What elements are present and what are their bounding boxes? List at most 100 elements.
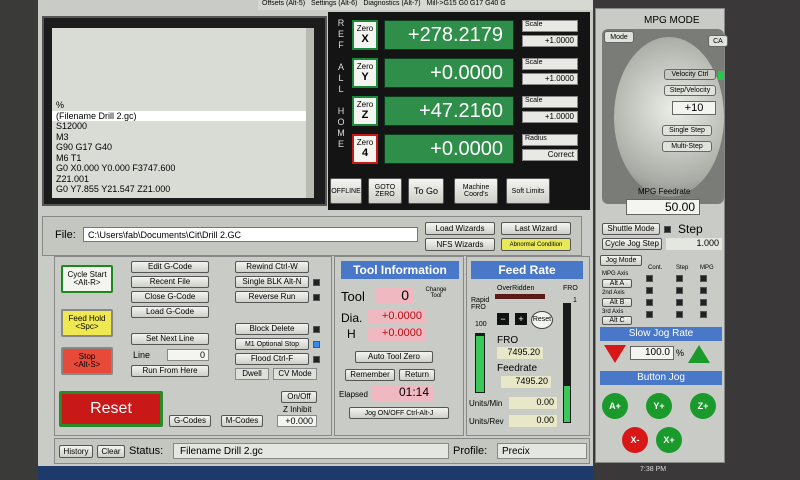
jog-z-plus-button[interactable]: Z+ xyxy=(690,393,716,419)
change-tool-label: Change Tool xyxy=(425,287,447,299)
flood-button[interactable]: Flood Ctrl-F xyxy=(235,353,309,365)
gcode-line[interactable]: M6 T1 xyxy=(52,153,314,164)
scale-value-1[interactable]: +1.0000 xyxy=(522,73,578,85)
jog-y-plus-button[interactable]: Y+ xyxy=(646,393,672,419)
gcode-line[interactable]: (Filename Drill 2.gc) xyxy=(52,110,314,121)
fro-reset-button[interactable]: Reset xyxy=(531,311,553,329)
auto-tool-zero-button[interactable]: Auto Tool Zero xyxy=(355,351,433,363)
zero-4-button[interactable]: Zero 4 xyxy=(352,134,378,164)
stop-button[interactable]: Stop <Alt-S> xyxy=(61,347,113,375)
mpg-cal-button[interactable]: CA xyxy=(708,35,728,47)
last-wizard-button[interactable]: Last Wizard xyxy=(501,222,571,235)
alt-a-button[interactable]: Alt A xyxy=(602,279,632,288)
ref-all-home-button[interactable]: REF ALL HOME xyxy=(332,18,346,178)
scale-value-3[interactable]: Correct xyxy=(522,149,578,161)
rapid-fro-slider[interactable] xyxy=(475,333,485,393)
velocity-ctrl-button[interactable]: Velocity Ctrl xyxy=(664,69,716,80)
slow-jog-down-button[interactable] xyxy=(604,345,626,363)
machine-coords-button[interactable]: Machine Coord's xyxy=(454,178,498,204)
goto-zero-button[interactable]: GOTO ZERO xyxy=(368,178,402,204)
gcode-line[interactable]: G90 G17 G40 xyxy=(52,142,314,153)
offline-button[interactable]: OFFLINE xyxy=(330,178,362,204)
mcodes-button[interactable]: M-Codes xyxy=(221,415,263,427)
gcode-line[interactable]: % xyxy=(52,100,314,111)
tool-number[interactable]: 0 xyxy=(375,287,413,303)
fro-minus-button[interactable]: − xyxy=(497,313,509,325)
reverse-run-button[interactable]: Reverse Run xyxy=(235,291,309,303)
dro-4[interactable]: +0.0000 xyxy=(384,134,514,164)
cycle-jog-step-value[interactable]: 1.000 xyxy=(666,238,722,250)
multi-step-button[interactable]: Multi-Step xyxy=(662,141,712,152)
step-velocity-button[interactable]: Step/Velocity xyxy=(664,85,716,96)
feedrate-value[interactable]: 7495.20 xyxy=(501,376,551,388)
gcode-line[interactable]: M3 xyxy=(52,132,314,143)
mpg-feedrate-value[interactable]: 50.00 xyxy=(626,199,700,215)
to-go-button[interactable]: To Go xyxy=(408,178,444,204)
run-from-here-button[interactable]: Run From Here xyxy=(131,365,209,377)
line-field[interactable]: 0 xyxy=(167,349,209,361)
dro-x[interactable]: +278.2179 xyxy=(384,20,514,50)
nfs-wizards-button[interactable]: NFS Wizards xyxy=(425,238,495,251)
remember-button[interactable]: Remember xyxy=(345,369,395,381)
tab-settings[interactable]: Settings (Alt-6) xyxy=(311,0,357,10)
zero-z-button[interactable]: Zero Z xyxy=(352,96,378,126)
tab-diagnostics[interactable]: Diagnostics (Alt-7) xyxy=(363,0,420,10)
gcode-line[interactable]: G0 Y7.855 Y21.547 Z21.000 xyxy=(52,184,314,195)
single-block-button[interactable]: Single BLK Alt-N xyxy=(235,276,309,288)
scale-value-0[interactable]: +1.0000 xyxy=(522,35,578,47)
jog-x-plus-button[interactable]: X+ xyxy=(656,427,682,453)
mpg-mode-button[interactable]: Mode xyxy=(604,31,634,43)
gcode-line[interactable]: G0 X0.000 Y0.000 F3747.600 xyxy=(52,163,314,174)
rewind-button[interactable]: Rewind Ctrl-W xyxy=(235,261,309,273)
fro-slider[interactable] xyxy=(563,303,571,423)
clear-button[interactable]: Clear xyxy=(97,445,125,458)
tab-offsets[interactable]: Offsets (Alt-5) xyxy=(262,0,305,10)
dro-y[interactable]: +0.0000 xyxy=(384,58,514,88)
z-inhibit-onoff-button[interactable]: On/Off xyxy=(281,391,317,403)
single-step-button[interactable]: Single Step xyxy=(662,125,712,136)
alt-b-button[interactable]: Alt B xyxy=(602,298,632,307)
gcode-listing[interactable]: % (Filename Drill 2.gc) S12000 M3 G90 G17 G4… xyxy=(52,28,314,198)
fro-plus-button[interactable]: + xyxy=(515,313,527,325)
gcode-line[interactable]: Z21.001 xyxy=(52,174,314,185)
gcode-line[interactable]: S12000 xyxy=(52,121,314,132)
rapid-fro-label: Rapid FRO xyxy=(471,297,490,311)
slow-jog-up-button[interactable] xyxy=(688,345,710,363)
load-wizards-button[interactable]: Load Wizards xyxy=(425,222,495,235)
history-button[interactable]: History xyxy=(59,445,93,458)
tool-height[interactable]: +0.0000 xyxy=(367,327,425,341)
tool-diameter[interactable]: +0.0000 xyxy=(367,310,425,324)
gcode-scrollbar[interactable] xyxy=(306,28,314,198)
cycle-jog-step-button[interactable]: Cycle Jog Step xyxy=(602,238,662,250)
close-gcode-button[interactable]: Close G-Code xyxy=(131,291,209,303)
recent-file-button[interactable]: Recent File xyxy=(131,276,209,288)
mpg-step-value[interactable]: +10 xyxy=(672,101,716,115)
jog-mode-button[interactable]: Jog Mode xyxy=(600,255,642,266)
jog-onoff-button[interactable]: Jog ON/OFF Ctrl-Alt-J xyxy=(349,407,449,419)
jog-x-minus-button[interactable]: X- xyxy=(622,427,648,453)
mpg-wheel[interactable] xyxy=(614,37,724,197)
scale-value-2[interactable]: +1.0000 xyxy=(522,111,578,123)
m1-optional-stop-button[interactable]: M1 Optional Stop xyxy=(235,338,309,350)
soft-limits-button[interactable]: Soft Limits xyxy=(506,178,550,204)
cycle-start-button[interactable]: Cycle Start <Alt-R> xyxy=(61,265,113,293)
return-button[interactable]: Return xyxy=(399,369,435,381)
z-inhibit-value[interactable]: +0.000 xyxy=(277,415,317,427)
gcode-lines: % (Filename Drill 2.gc) S12000 M3 G90 G17 G4… xyxy=(52,100,314,195)
alt-c-button[interactable]: Alt C xyxy=(602,316,632,325)
load-gcode-button[interactable]: Load G-Code xyxy=(131,306,209,318)
block-delete-button[interactable]: Block Delete xyxy=(235,323,309,335)
dro-z[interactable]: +47.2160 xyxy=(384,96,514,126)
reset-button[interactable]: Reset xyxy=(59,391,163,427)
jog-a-plus-button[interactable]: A+ xyxy=(602,393,628,419)
zero-x-button[interactable]: Zero X xyxy=(352,20,378,50)
shuttle-mode-button[interactable]: Shuttle Mode xyxy=(602,223,660,235)
feed-hold-button[interactable]: Feed Hold <Spc> xyxy=(61,309,113,337)
edit-gcode-button[interactable]: Edit G-Code xyxy=(131,261,209,273)
zero-y-button[interactable]: Zero Y xyxy=(352,58,378,88)
tab-bar: Offsets (Alt-5) Settings (Alt-6) Diagnos… xyxy=(258,0,593,10)
slow-jog-rate-value[interactable]: 100.0 xyxy=(630,346,674,360)
set-next-line-button[interactable]: Set Next Line xyxy=(131,333,209,345)
zero-label: Zero xyxy=(356,99,374,109)
gcodes-button[interactable]: G-Codes xyxy=(169,415,211,427)
